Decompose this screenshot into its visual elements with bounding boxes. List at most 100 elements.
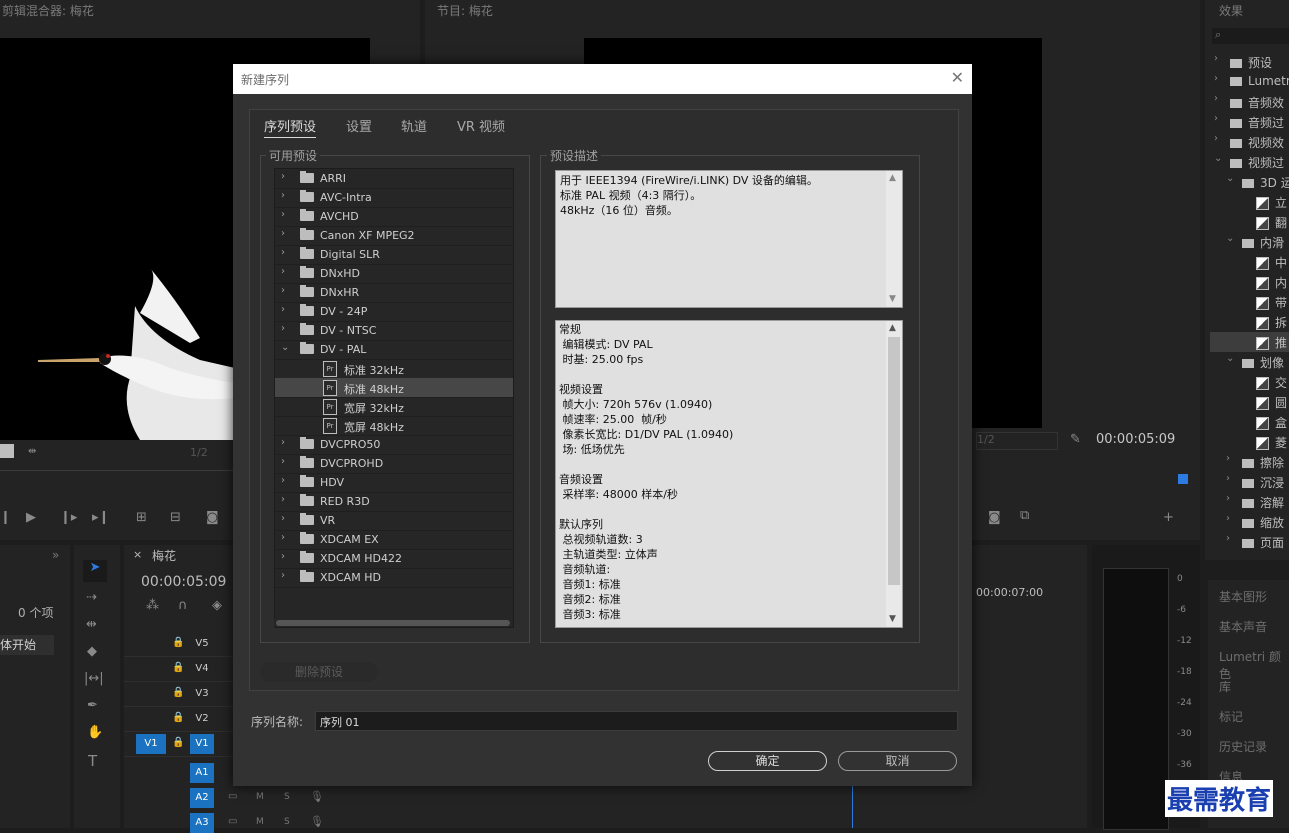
effect-item[interactable]: 圆 xyxy=(1210,392,1289,412)
video-track-label[interactable]: V2 xyxy=(190,709,214,729)
scroll-down-icon[interactable]: ▼ xyxy=(889,292,896,307)
chevron-right-icon[interactable]: › xyxy=(281,304,285,315)
solo-button[interactable]: S xyxy=(284,817,290,827)
preset-row[interactable]: › DNxHD xyxy=(275,264,513,284)
mic-icon[interactable]: ▭ xyxy=(228,816,237,827)
details-scroll-up-icon[interactable]: ▲ xyxy=(889,321,896,336)
effect-item[interactable]: 推 xyxy=(1210,332,1289,352)
preset-row[interactable]: › XDCAM HD422 xyxy=(275,549,513,569)
go-to-out-icon[interactable]: ▸❙ xyxy=(92,510,109,525)
effects-panel-title[interactable]: 效果 xyxy=(1219,2,1243,19)
side-panel-tab[interactable]: Lumetri 颜色 xyxy=(1219,648,1289,682)
lock-icon[interactable]: 🔒 xyxy=(172,687,184,698)
lock-icon[interactable]: 🔒 xyxy=(172,662,184,673)
chevron-down-icon[interactable]: ⌄ xyxy=(281,342,289,353)
playhead-marker[interactable] xyxy=(1178,474,1188,484)
chevron-right-icon[interactable]: › xyxy=(1226,473,1230,484)
add-button-icon[interactable]: + xyxy=(1163,510,1174,525)
chevron-down-icon[interactable]: ⌄ xyxy=(1226,233,1234,244)
voiceover-icon[interactable]: 🎙 xyxy=(310,815,324,828)
description-scrollbar[interactable]: ▲ ▼ xyxy=(886,171,902,307)
chevron-right-icon[interactable]: › xyxy=(281,513,285,524)
audio-track-label[interactable]: A3 xyxy=(190,813,214,833)
effects-folder[interactable]: › 音频效 xyxy=(1210,92,1289,112)
preset-row[interactable]: › XDCAM EX xyxy=(275,530,513,550)
preset-row[interactable]: › DV - 24P xyxy=(275,302,513,322)
snap-icon[interactable]: ∩ xyxy=(178,598,188,613)
description-textbox[interactable]: 用于 IEEE1394 (FireWire/i.LINK) DV 设备的编辑。标… xyxy=(555,170,903,308)
effects-folder[interactable]: › 音频过 xyxy=(1210,112,1289,132)
details-scrollbar[interactable]: ▲ ▼ xyxy=(886,321,902,627)
chevron-right-icon[interactable]: › xyxy=(281,532,285,543)
effects-folder[interactable]: ⌄ 划像 xyxy=(1210,352,1289,372)
tab-vr-video[interactable]: VR 视频 xyxy=(457,116,505,135)
chevron-right-icon[interactable]: › xyxy=(281,456,285,467)
delete-preset-button[interactable]: 删除预设 xyxy=(260,662,378,682)
chevron-right-icon[interactable]: › xyxy=(281,171,285,182)
preset-row[interactable]: › XDCAM HD xyxy=(275,568,513,588)
pen-tool-icon[interactable]: ✒ xyxy=(87,698,98,713)
linked-selection-icon[interactable]: ◈ xyxy=(212,598,222,613)
effect-item[interactable]: 中 xyxy=(1210,252,1289,272)
effects-folder[interactable]: › 视频效 xyxy=(1210,132,1289,152)
panel-overflow-icon[interactable]: » xyxy=(52,548,59,562)
video-track-label[interactable]: V4 xyxy=(190,659,214,679)
chevron-right-icon[interactable]: › xyxy=(1214,93,1218,104)
chevron-right-icon[interactable]: › xyxy=(281,285,285,296)
effect-item[interactable]: 盒 xyxy=(1210,412,1289,432)
preset-hscroll-thumb[interactable] xyxy=(276,620,510,626)
mute-button[interactable]: M xyxy=(256,817,264,827)
video-track-label[interactable]: V3 xyxy=(190,684,214,704)
effects-folder[interactable]: › Lumetri xyxy=(1210,72,1289,92)
effects-folder[interactable]: › 缩放 xyxy=(1210,512,1289,532)
tab-settings[interactable]: 设置 xyxy=(346,116,372,135)
nest-icon[interactable]: ⁂ xyxy=(146,598,159,613)
cancel-button[interactable]: 取消 xyxy=(838,751,957,771)
source-patch-v1[interactable]: V1 xyxy=(136,734,166,754)
effect-item[interactable]: 交 xyxy=(1210,372,1289,392)
sequence-name-input[interactable]: 序列 01 xyxy=(315,711,958,731)
project-item[interactable]: 体开始 xyxy=(0,635,54,655)
preset-row[interactable]: ⌄ DV - PAL xyxy=(275,340,513,360)
chevron-right-icon[interactable]: › xyxy=(281,247,285,258)
effects-folder[interactable]: ⌄ 3D 运 xyxy=(1210,172,1289,192)
effect-item[interactable]: 立 xyxy=(1210,192,1289,212)
side-panel-tab[interactable]: 库 xyxy=(1219,678,1231,695)
mixer-panel-title[interactable]: 剪辑混合器: 梅花 xyxy=(2,2,94,19)
side-panel-tab[interactable]: 标记 xyxy=(1219,708,1243,725)
preset-row[interactable]: Pr 标准 32kHz xyxy=(275,359,513,379)
chevron-down-icon[interactable]: ⌄ xyxy=(1214,153,1222,164)
chevron-right-icon[interactable]: › xyxy=(281,209,285,220)
effects-folder[interactable]: › 页面 xyxy=(1210,532,1289,552)
effect-item[interactable]: 带 xyxy=(1210,292,1289,312)
chevron-down-icon[interactable]: ⌄ xyxy=(1226,173,1234,184)
effects-folder[interactable]: › 预设 xyxy=(1210,52,1289,72)
effect-item[interactable]: 翻 xyxy=(1210,212,1289,232)
effects-folder[interactable]: ⌄ 视频过 xyxy=(1210,152,1289,172)
chevron-right-icon[interactable]: › xyxy=(1214,53,1218,64)
wrench-icon[interactable]: ✎ xyxy=(1070,432,1081,447)
video-track-label[interactable]: V5 xyxy=(190,634,214,654)
preset-row[interactable]: › Digital SLR xyxy=(275,245,513,265)
audio-track-label[interactable]: A1 xyxy=(190,763,214,783)
slip-tool-icon[interactable]: |↔| xyxy=(84,671,104,686)
preset-row[interactable]: › AVC-Intra xyxy=(275,188,513,208)
video-track-label[interactable]: V1 xyxy=(190,734,214,754)
details-scroll-thumb[interactable] xyxy=(888,337,900,585)
effects-search-input[interactable]: ⌕ xyxy=(1212,28,1289,44)
selection-tool-icon[interactable]: ➤ xyxy=(83,560,107,582)
effect-item[interactable]: 内 xyxy=(1210,272,1289,292)
preset-row[interactable]: Pr 宽屏 32kHz xyxy=(275,397,513,417)
preset-row[interactable]: › DVCPRO50 xyxy=(275,435,513,455)
chevron-right-icon[interactable]: › xyxy=(281,551,285,562)
tab-tracks[interactable]: 轨道 xyxy=(401,116,427,135)
type-tool-icon[interactable]: T xyxy=(88,752,97,770)
preset-row[interactable]: › ARRI xyxy=(275,169,513,189)
chevron-down-icon[interactable]: ⌄ xyxy=(1226,353,1234,364)
chevron-right-icon[interactable]: › xyxy=(281,437,285,448)
track-select-tool-icon[interactable]: ⇢ xyxy=(86,590,97,605)
chevron-right-icon[interactable]: › xyxy=(1226,453,1230,464)
audio-track-label[interactable]: A2 xyxy=(190,788,214,808)
razor-tool-icon[interactable]: ◆ xyxy=(87,644,97,659)
close-icon[interactable]: ✕ xyxy=(951,68,964,87)
